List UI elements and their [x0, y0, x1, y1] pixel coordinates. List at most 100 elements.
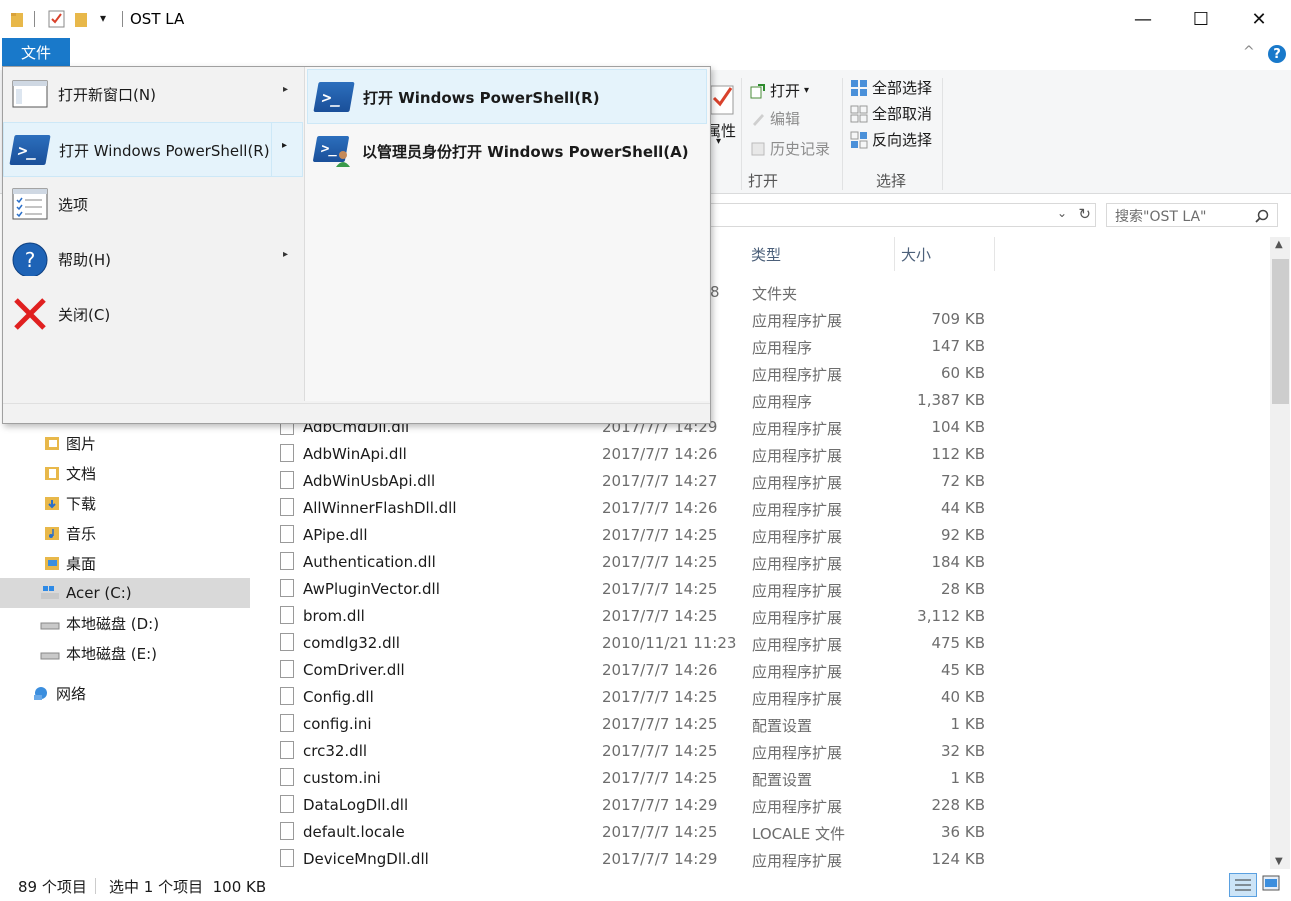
file-date: 2017/7/7 14:29 — [602, 796, 718, 814]
menu-item-open-powershell[interactable]: >_ 打开 Windows PowerShell(R) — [3, 122, 303, 177]
select-all-button[interactable]: 全部选择 — [850, 77, 932, 98]
nav-item-drive-c[interactable]: Acer (C:) — [0, 578, 250, 608]
windows-drive-icon — [41, 586, 59, 599]
file-type: 应用程序扩展 — [752, 798, 843, 816]
invert-selection-button[interactable]: 反向选择 — [850, 129, 932, 150]
hard-drive-icon — [40, 652, 60, 660]
history-button[interactable]: 历史记录 — [750, 138, 830, 159]
powershell-submenu-arrow-button[interactable]: ▸ — [271, 122, 303, 177]
file-row[interactable]: comdlg32.dll 2010/11/21 11:23 应用程序扩展 475 KB — [272, 630, 1262, 657]
file-row[interactable]: config.ini 2017/7/7 14:25 配置设置 1 KB — [272, 711, 1262, 738]
close-button[interactable]: ✕ — [1230, 0, 1288, 38]
help-icon[interactable]: ? — [1268, 45, 1286, 63]
file-size: 112 KB — [931, 445, 985, 463]
details-view-icon — [1235, 879, 1251, 891]
menu-item-label: 关闭(C) — [58, 306, 111, 324]
address-history-chevron-down-icon[interactable]: ⌄ — [1057, 206, 1067, 220]
help-circle-icon: ? — [12, 242, 48, 276]
file-row[interactable]: brom.dll 2017/7/7 14:25 应用程序扩展 3,112 KB — [272, 603, 1262, 630]
submenu-item-open-powershell-admin[interactable]: >_ 以管理员身份打开 Windows PowerShell(A) — [307, 124, 707, 179]
desktop-folder-icon — [45, 557, 59, 570]
minimize-button[interactable]: — — [1114, 0, 1172, 38]
file-row[interactable]: Authentication.dll 2017/7/7 14:25 应用程序扩展 18… — [272, 549, 1262, 576]
search-icon[interactable] — [1255, 209, 1269, 223]
nav-item-label: 图片 — [66, 434, 97, 453]
file-row[interactable]: AdbWinApi.dll 2017/7/7 14:26 应用程序扩展 112 KB — [272, 441, 1262, 468]
file-date: 2017/7/7 14:27 — [602, 472, 718, 490]
navigation-pane: 图片 文档 下载 音乐 桌面 Acer (C:) 本地磁盘 (D:) 本地磁盘 … — [0, 400, 252, 866]
search-input[interactable]: 搜索"OST LA" — [1106, 203, 1278, 227]
maximize-button[interactable]: ☐ — [1172, 0, 1230, 38]
open-button[interactable]: 打开 ▾ — [750, 80, 809, 101]
powershell-icon: >_ — [9, 133, 51, 167]
menu-item-new-window[interactable]: 打开新窗口(N) ▸ — [3, 67, 303, 122]
file-date: 2017/7/7 14:25 — [602, 553, 718, 571]
file-row[interactable]: AllWinnerFlashDll.dll 2017/7/7 14:26 应用程序扩… — [272, 495, 1262, 522]
column-header-type[interactable]: 类型 — [745, 237, 895, 271]
file-tab[interactable]: 文件 — [2, 38, 70, 67]
file-row[interactable]: Config.dll 2017/7/7 14:25 应用程序扩展 40 KB — [272, 684, 1262, 711]
file-name: comdlg32.dll — [303, 634, 400, 652]
column-header-size[interactable]: 大小 — [895, 237, 995, 271]
nav-item-music[interactable]: 音乐 — [0, 518, 250, 548]
collapse-ribbon-icon[interactable]: ^ — [1243, 44, 1255, 60]
file-date: 2017/7/7 14:25 — [602, 742, 718, 760]
scrollbar-thumb[interactable] — [1272, 259, 1289, 404]
properties-check-icon[interactable] — [48, 10, 66, 28]
admin-user-icon — [336, 151, 350, 167]
dll-file-icon — [280, 606, 294, 624]
file-row[interactable]: crc32.dll 2017/7/7 14:25 应用程序扩展 32 KB — [272, 738, 1262, 765]
file-row[interactable]: AdbWinUsbApi.dll 2017/7/7 14:27 应用程序扩展 72 K… — [272, 468, 1262, 495]
menu-item-close[interactable]: 关闭(C) — [3, 287, 303, 342]
address-bar[interactable]: ⌄ ↻ — [710, 203, 1096, 227]
file-row[interactable]: custom.ini 2017/7/7 14:25 配置设置 1 KB — [272, 765, 1262, 792]
new-folder-icon[interactable] — [74, 10, 90, 28]
open-dropdown-icon[interactable]: ▾ — [804, 85, 809, 96]
scroll-up-icon[interactable]: ▲ — [1275, 239, 1283, 250]
submenu-item-open-powershell[interactable]: >_ 打开 Windows PowerShell(R) — [307, 69, 707, 124]
scroll-down-icon[interactable]: ▼ — [1275, 856, 1283, 867]
dll-file-icon — [280, 471, 294, 489]
powershell-admin-icon: >_ — [312, 134, 353, 168]
nav-item-network[interactable]: 网络 — [0, 678, 250, 708]
file-row[interactable]: APipe.dll 2017/7/7 14:25 应用程序扩展 92 KB — [272, 522, 1262, 549]
file-row[interactable]: AwPluginVector.dll 2017/7/7 14:25 应用程序扩展 28… — [272, 576, 1262, 603]
nav-item-documents[interactable]: 文档 — [0, 458, 250, 488]
file-row[interactable]: ComDriver.dll 2017/7/7 14:26 应用程序扩展 45 KB — [272, 657, 1262, 684]
nav-item-desktop[interactable]: 桌面 — [0, 548, 250, 578]
selection-info: 选中 1 个项目 100 KB — [109, 878, 267, 896]
vertical-scrollbar[interactable]: ▲ ▼ — [1270, 237, 1290, 869]
file-type: 应用程序扩展 — [752, 474, 843, 492]
file-type: 应用程序扩展 — [752, 420, 843, 438]
documents-folder-icon — [45, 467, 59, 480]
open-icon — [750, 83, 765, 98]
file-type: 应用程序扩展 — [752, 690, 843, 708]
details-view-button[interactable] — [1229, 873, 1257, 897]
nav-item-downloads[interactable]: 下载 — [0, 488, 250, 518]
properties-icon[interactable] — [711, 82, 735, 116]
file-row[interactable]: default.locale 2017/7/7 14:25 LOCALE 文件 36 … — [272, 819, 1262, 846]
menu-item-help[interactable]: ? 帮助(H) ▸ — [3, 232, 303, 287]
file-row[interactable]: DataLogDll.dll 2017/7/7 14:29 应用程序扩展 228 KB — [272, 792, 1262, 819]
edit-button[interactable]: 编辑 — [750, 108, 800, 129]
file-date: 2017/7/7 14:25 — [602, 607, 718, 625]
dll-file-icon — [280, 633, 294, 651]
submenu-item-label: 以管理员身份打开 Windows PowerShell(A) — [362, 143, 689, 161]
nav-item-drive-d[interactable]: 本地磁盘 (D:) — [0, 608, 250, 638]
nav-item-drive-e[interactable]: 本地磁盘 (E:) — [0, 638, 250, 668]
menu-item-options[interactable]: 选项 — [3, 177, 303, 232]
file-date: 2017/7/7 14:25 — [602, 823, 718, 841]
dll-file-icon — [280, 444, 294, 462]
nav-item-pictures[interactable]: 图片 — [0, 428, 250, 458]
large-icons-view-button[interactable] — [1262, 875, 1280, 893]
nav-item-label: 网络 — [56, 684, 87, 703]
quick-access-dropdown[interactable]: ▾ — [100, 11, 106, 29]
select-none-button[interactable]: 全部取消 — [850, 103, 932, 124]
nav-item-label: 文档 — [66, 464, 97, 483]
select-none-icon — [850, 105, 868, 122]
properties-dropdown-icon[interactable]: ▾ — [716, 136, 721, 147]
file-date: 2017/7/7 14:26 — [602, 661, 718, 679]
refresh-icon[interactable]: ↻ — [1078, 205, 1091, 223]
nav-item-label: 下载 — [66, 494, 97, 513]
file-size: 60 KB — [941, 364, 985, 382]
